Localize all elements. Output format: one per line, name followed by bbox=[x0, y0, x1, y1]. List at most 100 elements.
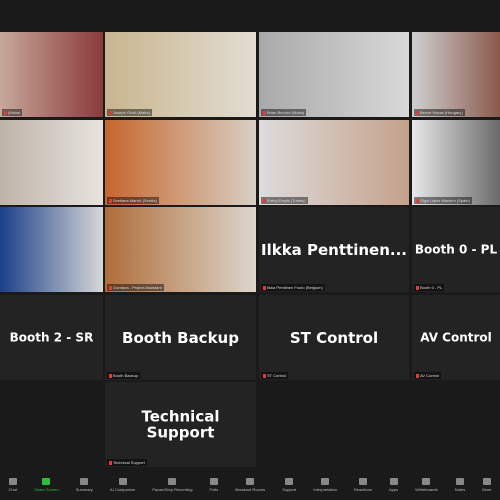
participant-label: Booth Backup bbox=[107, 372, 140, 379]
reactions-button[interactable]: Reactions bbox=[354, 478, 372, 492]
participant-tile[interactable]: ST Control ST Control bbox=[259, 295, 409, 380]
share-screen-button[interactable]: Share Screen bbox=[34, 478, 59, 492]
participant-name: Svetlana Marzić (Serbia) bbox=[113, 198, 157, 203]
participant-label: Technical Support bbox=[107, 459, 147, 466]
participant-name: (Malta) bbox=[8, 110, 21, 115]
participant-tile[interactable]: Booth 0 - PL Booth 0 - PL bbox=[412, 207, 500, 292]
participant-name: Erenç Eraçik (Turkey) bbox=[267, 198, 306, 203]
whiteboards-icon bbox=[422, 478, 431, 485]
participant-tile[interactable]: Booth Backup Booth Backup bbox=[105, 295, 256, 380]
participant-tile[interactable]: Ilkka Penttinen... Ilkka Penttinen Fouto … bbox=[259, 207, 409, 292]
recording-icon bbox=[168, 478, 177, 485]
chat-icon bbox=[8, 478, 17, 485]
participant-name: Gordana - Project Assistant bbox=[113, 285, 162, 290]
summary-button[interactable]: Summary bbox=[76, 478, 93, 492]
participant-label: Booth 0 - PL bbox=[414, 284, 445, 291]
mic-muted-icon bbox=[416, 285, 419, 290]
mic-muted-icon bbox=[416, 373, 419, 378]
participant-name: Ilkka Penttinen Fouto (Belgium) bbox=[267, 285, 323, 290]
participant-name-display: Ilkka Penttinen... bbox=[261, 240, 407, 259]
summary-icon bbox=[80, 478, 89, 485]
participant-tile[interactable]: Booth 2 - SR bbox=[0, 295, 103, 380]
more-icon bbox=[482, 478, 491, 485]
participant-tile[interactable]: Brian Bonnici (Malta) bbox=[259, 32, 409, 117]
mic-muted-icon bbox=[109, 373, 112, 378]
participant-label: Gordana - Project Assistant bbox=[107, 284, 164, 291]
support-icon bbox=[285, 478, 294, 485]
toolbar-label: Reactions bbox=[354, 487, 372, 492]
interpretation-icon bbox=[321, 478, 330, 485]
participant-tile[interactable]: AV Control AV Control bbox=[412, 295, 500, 380]
share-screen-icon bbox=[42, 478, 51, 485]
participant-name-display: Booth 0 - PL bbox=[414, 241, 498, 256]
toolbar-label: Apps bbox=[388, 487, 399, 492]
participant-label: Svetlana Marzić (Serbia) bbox=[107, 197, 159, 204]
more-button[interactable]: More bbox=[482, 478, 491, 492]
apps-icon bbox=[389, 478, 398, 485]
participant-name: AV Control bbox=[420, 373, 440, 378]
participant-name-display: Technical Support bbox=[141, 407, 220, 442]
participant-name: ST Control bbox=[267, 373, 287, 378]
participant-tile[interactable]: Bence Havas (Hungary) bbox=[412, 32, 500, 117]
participant-label: Bence Havas (Hungary) bbox=[414, 109, 465, 116]
participant-name-display: AV Control bbox=[420, 329, 492, 344]
toolbar-label: Whiteboards bbox=[415, 487, 438, 492]
participant-name: Joseph Grixti (Malta) bbox=[113, 110, 150, 115]
toolbar-label: AI Companion bbox=[109, 487, 136, 492]
notes-button[interactable]: Notes bbox=[455, 478, 465, 492]
reactions-icon bbox=[358, 478, 367, 485]
participant-label: Erenç Eraçik (Turkey) bbox=[261, 197, 308, 204]
participant-name: Booth 0 - PL bbox=[420, 285, 443, 290]
mic-muted-icon bbox=[416, 198, 419, 203]
ai-companion-icon bbox=[118, 478, 127, 485]
mic-muted-icon bbox=[109, 110, 112, 115]
chat-button[interactable]: Chat bbox=[9, 478, 17, 492]
mic-muted-icon bbox=[109, 285, 112, 290]
participant-tile[interactable]: Erenç Eraçik (Turkey) bbox=[259, 120, 409, 205]
interpretation-button[interactable]: Interpretation bbox=[313, 478, 337, 492]
meeting-toolbar: Chat Share Screen Summary AI Companion Pause… bbox=[0, 470, 500, 500]
toolbar-label: Notes bbox=[454, 487, 466, 492]
participant-label: (Malta) bbox=[2, 109, 23, 116]
participant-tile[interactable]: Olga López Maceiro (Spain) bbox=[412, 120, 500, 205]
pause-stop-recording-button[interactable]: Pause/Stop Recording bbox=[152, 478, 192, 492]
mic-muted-icon bbox=[4, 110, 7, 115]
participant-name-display: ST Control bbox=[289, 328, 379, 347]
participant-tile[interactable]: Gordana - Project Assistant bbox=[105, 207, 256, 292]
participant-tile[interactable]: Technical Support Technical Support bbox=[105, 382, 256, 467]
mic-muted-icon bbox=[263, 198, 266, 203]
participant-name-display: Booth Backup bbox=[122, 328, 239, 347]
notes-icon bbox=[455, 478, 464, 485]
breakout-rooms-icon bbox=[246, 478, 255, 485]
participant-tile[interactable] bbox=[0, 120, 103, 205]
participant-tile[interactable] bbox=[0, 207, 103, 292]
toolbar-label: More bbox=[482, 487, 492, 492]
participant-label: Brian Bonnici (Malta) bbox=[261, 109, 307, 116]
support-button[interactable]: Support bbox=[282, 478, 296, 492]
toolbar-label: Support bbox=[282, 487, 297, 492]
toolbar-label: Pause/Stop Recording bbox=[152, 487, 193, 492]
toolbar-label: Summary bbox=[75, 487, 93, 492]
participant-tile[interactable]: Svetlana Marzić (Serbia) bbox=[105, 120, 256, 205]
mic-muted-icon bbox=[263, 285, 266, 290]
participant-tile[interactable]: (Malta) bbox=[0, 32, 103, 117]
breakout-rooms-button[interactable]: Breakout Rooms bbox=[235, 478, 265, 492]
ai-companion-button[interactable]: AI Companion bbox=[110, 478, 135, 492]
participant-name: Technical Support bbox=[113, 460, 145, 465]
participant-name: Brian Bonnici (Malta) bbox=[267, 110, 305, 115]
mic-muted-icon bbox=[263, 110, 266, 115]
participant-label: ST Control bbox=[261, 372, 289, 379]
polls-button[interactable]: Polls bbox=[209, 478, 219, 492]
toolbar-label: Polls bbox=[209, 487, 219, 492]
mic-muted-icon bbox=[109, 460, 112, 465]
participant-name: Bence Havas (Hungary) bbox=[420, 110, 463, 115]
toolbar-label: Share Screen bbox=[34, 487, 59, 492]
participant-name: Olga López Maceiro (Spain) bbox=[420, 198, 470, 203]
participant-label: Joseph Grixti (Malta) bbox=[107, 109, 152, 116]
participant-label: Ilkka Penttinen Fouto (Belgium) bbox=[261, 284, 325, 291]
toolbar-label: Breakout Rooms bbox=[235, 487, 266, 492]
apps-button[interactable]: Apps bbox=[389, 478, 398, 492]
mic-muted-icon bbox=[263, 373, 266, 378]
participant-tile[interactable]: Joseph Grixti (Malta) bbox=[105, 32, 256, 117]
whiteboards-button[interactable]: Whiteboards bbox=[415, 478, 438, 492]
